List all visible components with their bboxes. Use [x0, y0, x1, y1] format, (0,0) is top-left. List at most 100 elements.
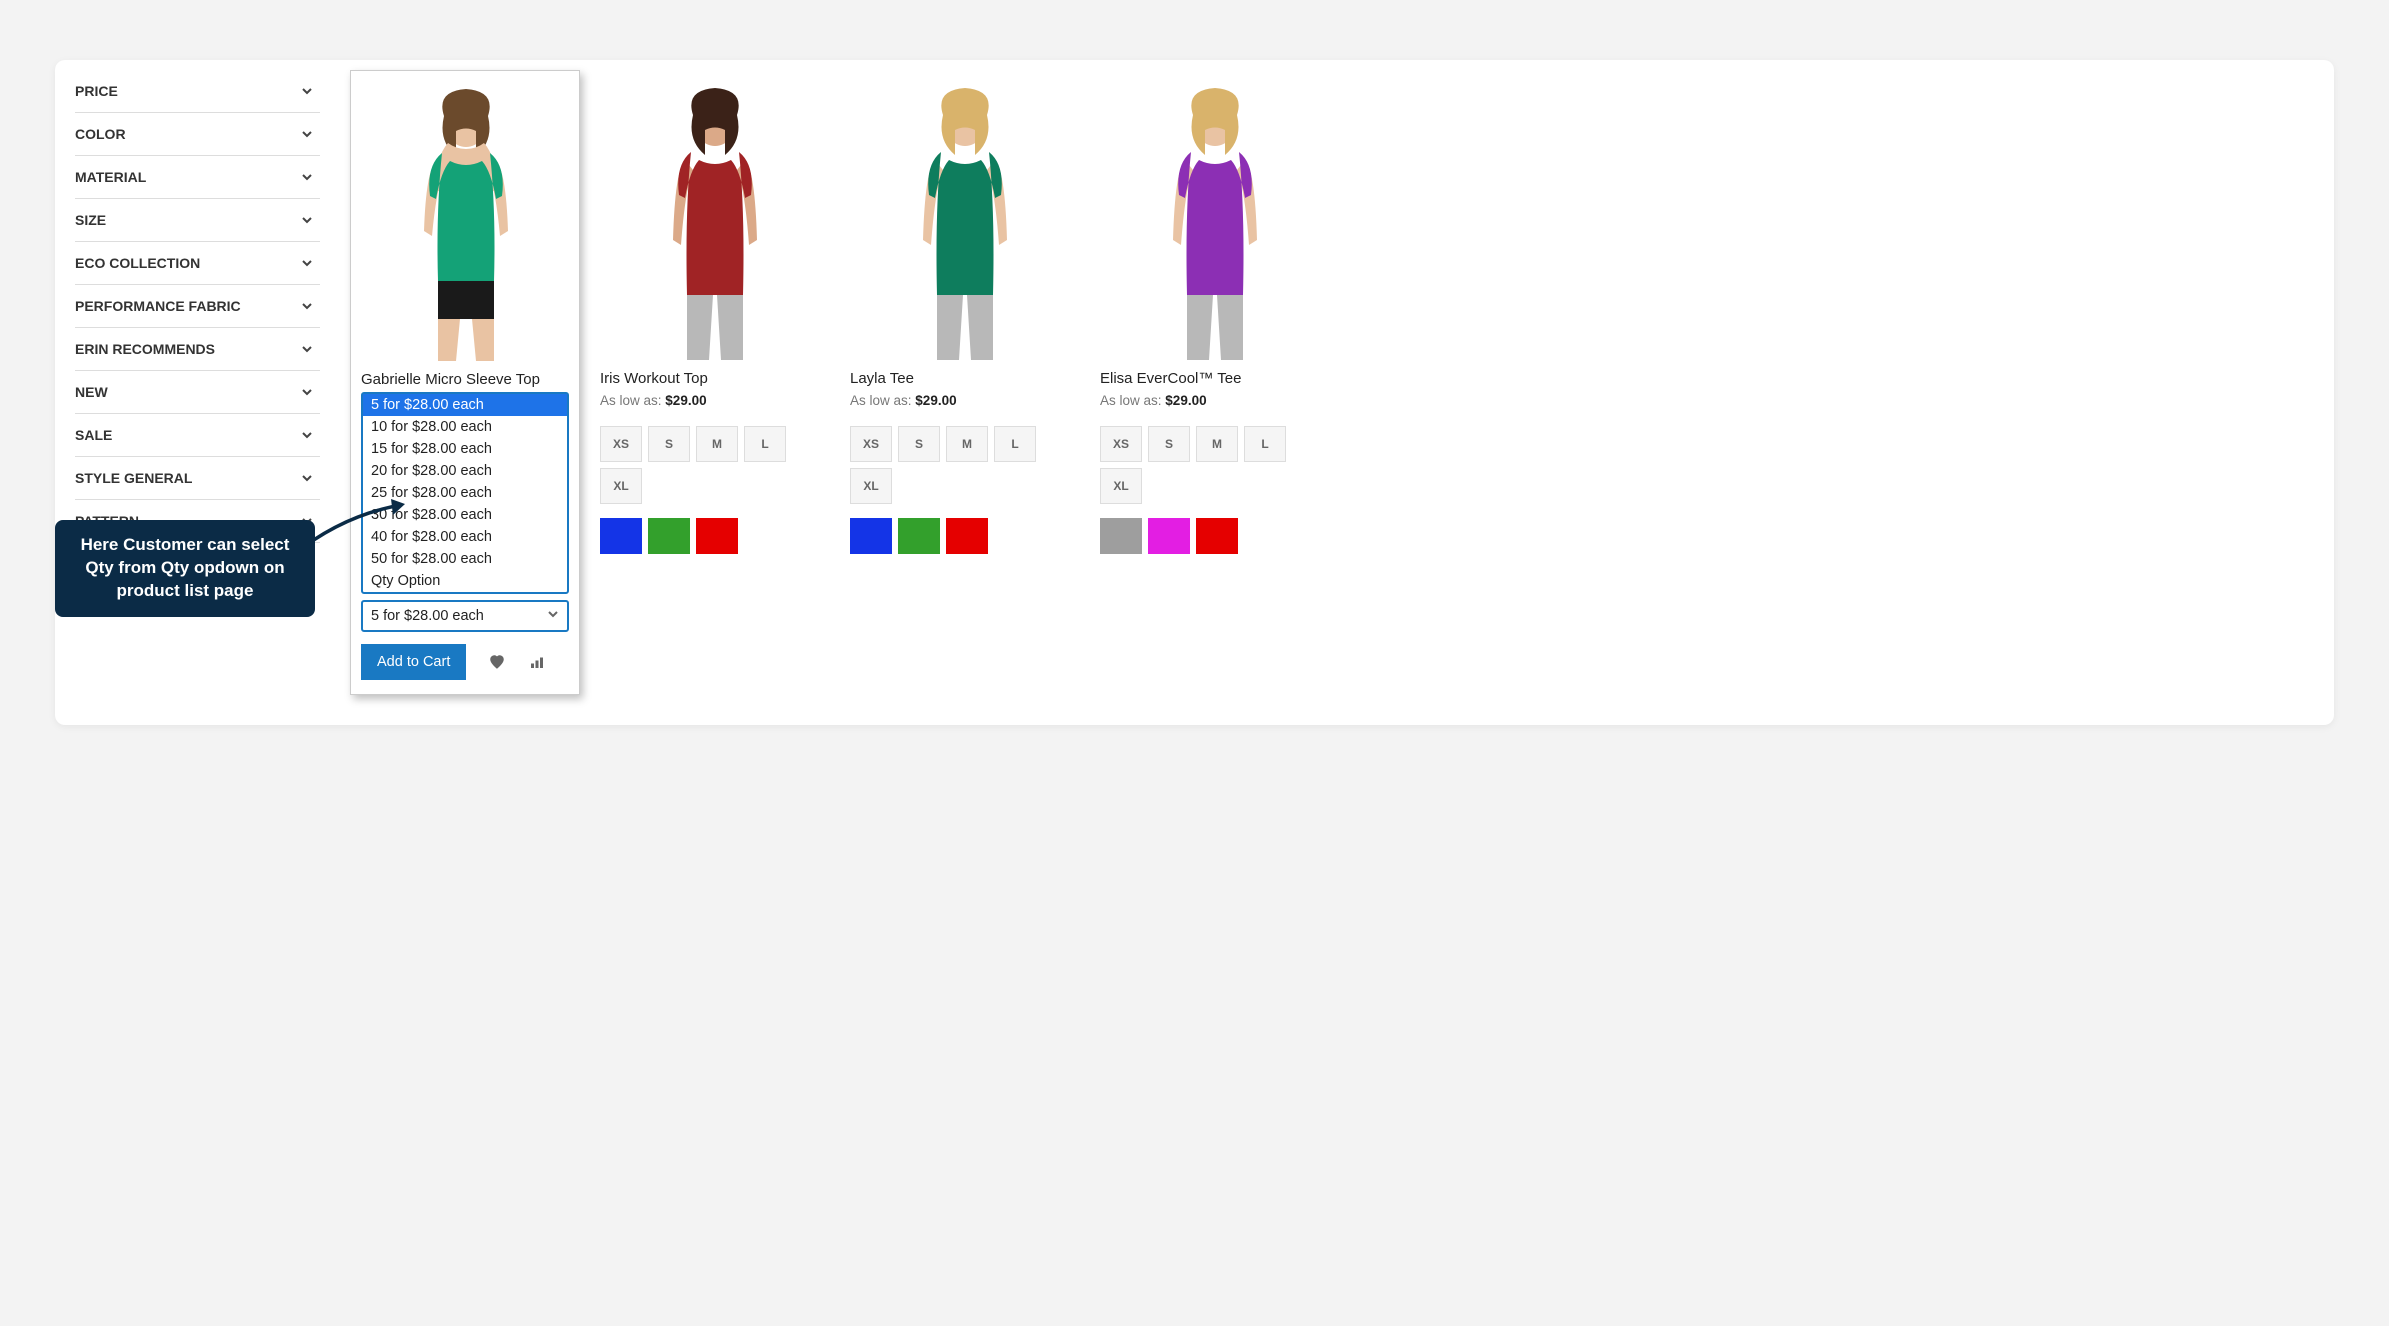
filter-label: ECO COLLECTION — [75, 255, 200, 271]
price-line: As low as: $29.00 — [1100, 393, 1330, 408]
size-swatch-m[interactable]: M — [1196, 426, 1238, 462]
color-swatch[interactable] — [1196, 518, 1238, 554]
color-swatch[interactable] — [600, 518, 642, 554]
filter-color[interactable]: COLOR — [75, 113, 320, 156]
filter-sale[interactable]: SALE — [75, 414, 320, 457]
filter-label: NEW — [75, 384, 108, 400]
price-value: $29.00 — [665, 393, 706, 408]
product-name[interactable]: Iris Workout Top — [600, 370, 830, 387]
color-swatch[interactable] — [946, 518, 988, 554]
compare-bars-icon[interactable] — [528, 653, 546, 671]
color-swatch[interactable] — [648, 518, 690, 554]
wishlist-heart-icon[interactable] — [488, 653, 506, 671]
color-swatch[interactable] — [1148, 518, 1190, 554]
size-swatch-xl[interactable]: XL — [1100, 468, 1142, 504]
qty-option[interactable]: 10 for $28.00 each — [363, 416, 567, 438]
cart-action-row: Add to Cart — [361, 644, 569, 680]
size-swatch-s[interactable]: S — [1148, 426, 1190, 462]
chevron-down-icon — [300, 342, 314, 356]
filter-price[interactable]: PRICE — [75, 70, 320, 113]
color-swatch[interactable] — [696, 518, 738, 554]
size-swatch-l[interactable]: L — [994, 426, 1036, 462]
price-line: As low as: $29.00 — [850, 393, 1080, 408]
as-low-as-label: As low as: — [600, 393, 662, 408]
filter-label: ERIN RECOMMENDS — [75, 341, 215, 357]
qty-option[interactable]: 15 for $28.00 each — [363, 438, 567, 460]
qty-select[interactable]: 5 for $28.00 each — [361, 600, 569, 632]
add-to-cart-button[interactable]: Add to Cart — [361, 644, 466, 680]
qty-option[interactable]: Qty Option — [363, 570, 567, 592]
product-image[interactable] — [351, 71, 581, 361]
product-card-featured[interactable]: Gabrielle Micro Sleeve Top 5 for $28.00 … — [350, 70, 580, 695]
size-swatch-xs[interactable]: XS — [850, 426, 892, 462]
chevron-down-icon — [300, 127, 314, 141]
qty-selected-value: 5 for $28.00 each — [371, 608, 484, 624]
chevron-down-icon — [300, 170, 314, 184]
model-illustration — [1115, 70, 1315, 360]
filter-material[interactable]: MATERIAL — [75, 156, 320, 199]
color-swatch[interactable] — [850, 518, 892, 554]
size-swatch-xl[interactable]: XL — [600, 468, 642, 504]
product-grid: Gabrielle Micro Sleeve Top 5 for $28.00 … — [350, 70, 2314, 725]
size-swatches: XSSML XL — [1100, 426, 1330, 504]
filter-new[interactable]: NEW — [75, 371, 320, 414]
size-swatch-xs[interactable]: XS — [600, 426, 642, 462]
size-swatch-s[interactable]: S — [648, 426, 690, 462]
color-swatches — [1100, 518, 1330, 554]
chevron-down-icon — [300, 471, 314, 485]
size-swatch-xs[interactable]: XS — [1100, 426, 1142, 462]
color-swatches — [850, 518, 1080, 554]
product-image[interactable] — [1100, 70, 1330, 360]
filter-label: COLOR — [75, 126, 126, 142]
annotation-callout: Here Customer can select Qty from Qty op… — [55, 520, 315, 617]
size-swatch-m[interactable]: M — [696, 426, 738, 462]
color-swatch[interactable] — [1100, 518, 1142, 554]
product-name[interactable]: Layla Tee — [850, 370, 1080, 387]
chevron-down-icon — [300, 428, 314, 442]
model-illustration — [865, 70, 1065, 360]
product-listing-panel: PRICE COLOR MATERIAL SIZE ECO COLLECTION PERF… — [55, 60, 2334, 725]
chevron-down-icon — [300, 299, 314, 313]
product-image[interactable] — [850, 70, 1080, 360]
product-card[interactable]: Elisa EverCool™ Tee As low as: $29.00 XSSM… — [1100, 70, 1330, 695]
filter-erin-recommends[interactable]: ERIN RECOMMENDS — [75, 328, 320, 371]
as-low-as-label: As low as: — [1100, 393, 1162, 408]
filter-size[interactable]: SIZE — [75, 199, 320, 242]
product-name[interactable]: Gabrielle Micro Sleeve Top — [351, 371, 579, 388]
color-swatch[interactable] — [898, 518, 940, 554]
product-image[interactable] — [600, 70, 830, 360]
filter-label: PERFORMANCE FABRIC — [75, 298, 241, 314]
size-swatches: XSSML XL — [600, 426, 830, 504]
size-swatch-m[interactable]: M — [946, 426, 988, 462]
price-line: As low as: $29.00 — [600, 393, 830, 408]
filter-label: MATERIAL — [75, 169, 146, 185]
size-swatch-xl[interactable]: XL — [850, 468, 892, 504]
chevron-down-icon — [300, 213, 314, 227]
product-card[interactable]: Iris Workout Top As low as: $29.00 XSSML XL — [600, 70, 830, 695]
size-swatches: XSSML XL — [850, 426, 1080, 504]
qty-option[interactable]: 5 for $28.00 each — [363, 394, 567, 416]
filter-performance-fabric[interactable]: PERFORMANCE FABRIC — [75, 285, 320, 328]
as-low-as-label: As low as: — [850, 393, 912, 408]
filter-label: SIZE — [75, 212, 106, 228]
chevron-down-icon — [547, 608, 559, 624]
filter-label: PRICE — [75, 83, 118, 99]
filter-label: STYLE GENERAL — [75, 470, 192, 486]
product-card[interactable]: Layla Tee As low as: $29.00 XSSML XL — [850, 70, 1080, 695]
product-name[interactable]: Elisa EverCool™ Tee — [1100, 370, 1330, 387]
price-value: $29.00 — [915, 393, 956, 408]
filter-style-general[interactable]: STYLE GENERAL — [75, 457, 320, 500]
chevron-down-icon — [300, 256, 314, 270]
size-swatch-l[interactable]: L — [1244, 426, 1286, 462]
chevron-down-icon — [300, 385, 314, 399]
chevron-down-icon — [300, 84, 314, 98]
qty-option[interactable]: 20 for $28.00 each — [363, 460, 567, 482]
size-swatch-s[interactable]: S — [898, 426, 940, 462]
filter-label: SALE — [75, 427, 112, 443]
filter-eco-collection[interactable]: ECO COLLECTION — [75, 242, 320, 285]
price-value: $29.00 — [1165, 393, 1206, 408]
color-swatches — [600, 518, 830, 554]
size-swatch-l[interactable]: L — [744, 426, 786, 462]
filter-sidebar: PRICE COLOR MATERIAL SIZE ECO COLLECTION PERF… — [75, 70, 320, 725]
model-illustration — [615, 70, 815, 360]
